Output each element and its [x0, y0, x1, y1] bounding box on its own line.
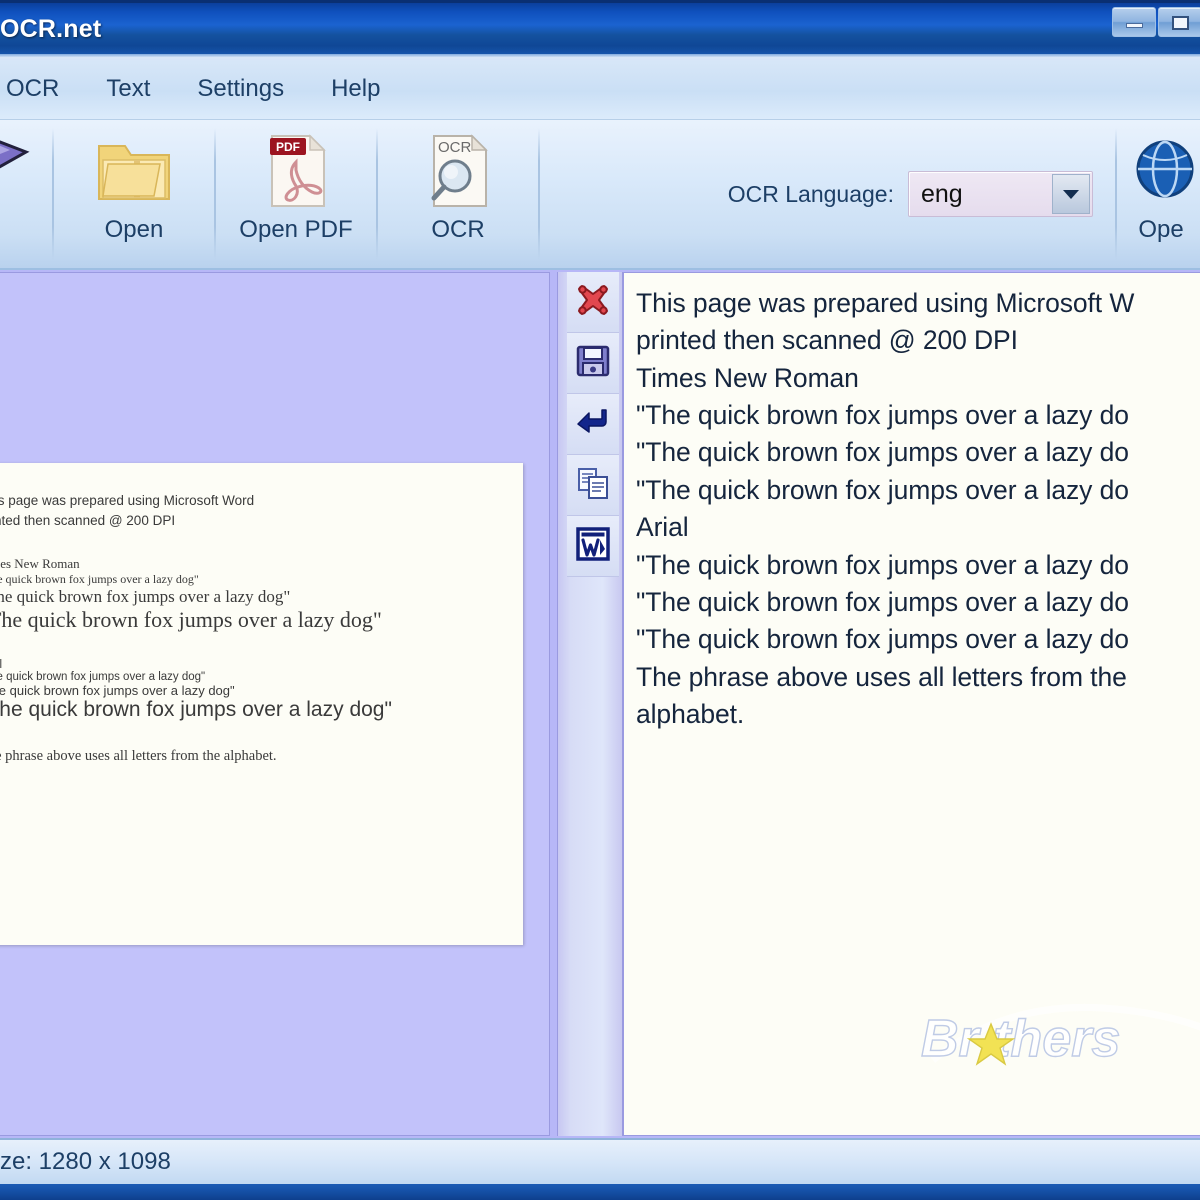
- open-pdf-button-label: Open PDF: [239, 216, 353, 243]
- scanner-icon: [0, 128, 49, 214]
- clear-text-button[interactable]: [567, 272, 619, 333]
- preview-line: "The quick brown fox jumps over a lazy d…: [0, 698, 392, 722]
- preview-spacer: [0, 722, 523, 748]
- window-title: OCR.net: [0, 15, 102, 43]
- ocr-magnifier-icon: OCR: [415, 128, 501, 214]
- preview-line: "The quick brown fox jumps over a lazy d…: [0, 683, 235, 699]
- open-pdf-button[interactable]: PDF Open PDF: [216, 120, 376, 268]
- menu-bar: OCR Text Settings Help: [0, 58, 1200, 120]
- open-web-button[interactable]: Ope: [1117, 120, 1200, 268]
- preview-line: printed then scanned @ 200 DPI: [0, 512, 176, 528]
- image-preview-panel[interactable]: This page was prepared using Microsoft W…: [0, 272, 550, 1136]
- floppy-disk-icon: [576, 344, 610, 383]
- maximize-icon: [1172, 16, 1189, 30]
- chevron-down-icon[interactable]: [1052, 174, 1090, 214]
- preview-line: The phrase above uses all letters from t…: [0, 748, 277, 765]
- preview-spacer: [0, 633, 523, 659]
- menu-item-ocr[interactable]: OCR: [0, 73, 65, 105]
- preview-line: "The quick brown fox jumps over a lazy d…: [0, 572, 199, 587]
- copy-text-button[interactable]: [567, 455, 619, 516]
- ocr-language-group: OCR Language: eng: [706, 120, 1115, 268]
- image-size-status: ze: 1280 x 1098: [0, 1148, 171, 1175]
- window-bottom-frame: [0, 1184, 1200, 1200]
- microsoft-word-icon: [576, 526, 610, 566]
- save-text-button[interactable]: [567, 333, 619, 394]
- status-bar: ze: 1280 x 1098: [0, 1138, 1200, 1184]
- ocr-text-panel[interactable]: This page was prepared using Microsoft W…: [623, 272, 1200, 1136]
- red-x-icon: [576, 283, 610, 322]
- ocr-button[interactable]: OCR OCR: [378, 120, 538, 268]
- ocr-language-select[interactable]: eng: [908, 171, 1093, 217]
- export-word-button[interactable]: [567, 516, 619, 577]
- preview-line: This page was prepared using Microsoft W…: [0, 493, 255, 508]
- minimize-button[interactable]: [1112, 7, 1156, 37]
- svg-text:OCR: OCR: [438, 139, 472, 156]
- menu-item-text[interactable]: Text: [100, 73, 156, 105]
- application-window: OCR.net OCR Text Settings Help Open PDF …: [0, 0, 1200, 1200]
- pdf-document-icon: PDF: [253, 128, 339, 214]
- menu-item-settings[interactable]: Settings: [191, 73, 290, 105]
- svg-text:PDF: PDF: [276, 140, 300, 154]
- preview-spacer: [0, 530, 523, 556]
- ocr-output-textarea[interactable]: This page was prepared using Microsoft W…: [624, 273, 1200, 733]
- ocr-button-label: OCR: [431, 216, 485, 243]
- menu-item-help[interactable]: Help: [325, 73, 386, 105]
- window-controls: [1112, 7, 1200, 37]
- preview-line: Times New Roman: [0, 556, 80, 572]
- title-bar: OCR.net: [0, 0, 1200, 58]
- work-area: This page was prepared using Microsoft W…: [0, 270, 1200, 1138]
- preview-line: Arial: [0, 659, 523, 671]
- open-button-label: Open: [104, 216, 164, 243]
- minimize-icon: [1126, 23, 1143, 28]
- scanned-document-image: This page was prepared using Microsoft W…: [0, 463, 523, 945]
- copy-pages-icon: [576, 466, 610, 505]
- text-tools-toolbar: [557, 272, 623, 1136]
- preview-line: "The quick brown fox jumps over a lazy d…: [0, 587, 291, 607]
- enter-arrow-icon: [576, 405, 610, 444]
- open-web-button-label: Ope: [1138, 216, 1184, 243]
- open-button[interactable]: Open: [54, 120, 214, 268]
- ocr-language-label: OCR Language:: [727, 180, 894, 207]
- open-web-icon: [1118, 128, 1200, 214]
- preview-line: "The quick brown fox jumps over a lazy d…: [0, 671, 206, 684]
- ocr-language-value: eng: [921, 179, 963, 208]
- maximize-button[interactable]: [1158, 7, 1200, 37]
- open-folder-icon: [91, 128, 177, 214]
- main-toolbar: Open PDF Open PDF OCR OCR OCR Language: …: [0, 120, 1200, 270]
- scan-button[interactable]: [0, 120, 52, 268]
- word-wrap-button[interactable]: [567, 394, 619, 455]
- preview-line: "The quick brown fox jumps over a lazy d…: [0, 607, 382, 633]
